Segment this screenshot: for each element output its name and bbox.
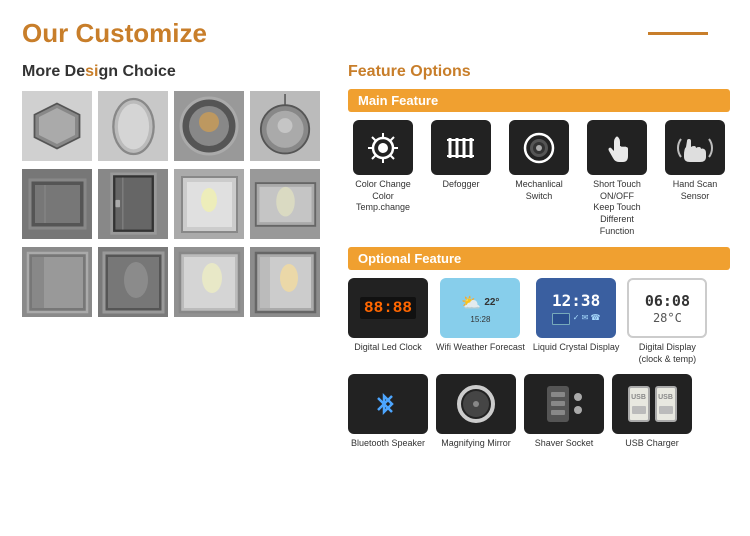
opt-shaver: Shaver Socket xyxy=(524,374,604,450)
design-rect-square xyxy=(174,169,244,239)
feature-hand-scan: Hand Scan Sensor xyxy=(660,120,730,237)
digital-display2-icon-box: 06:08 28°C xyxy=(627,278,707,338)
design-rect-landscape xyxy=(250,169,320,239)
optional-icons-row2: Bluetooth Speaker Magnifying Mirror xyxy=(348,374,730,450)
mech-switch-label: MechanlicalSwitch xyxy=(515,179,563,202)
design-circle-pendant xyxy=(250,91,320,161)
design-oval xyxy=(98,91,168,161)
feature-mech-switch: MechanlicalSwitch xyxy=(504,120,574,237)
design-wide3 xyxy=(174,247,244,317)
touch-label: Short Touch ON/OFFKeep Touch DifferentFu… xyxy=(582,179,652,237)
feature-touch: Short Touch ON/OFFKeep Touch DifferentFu… xyxy=(582,120,652,237)
optional-icons-row1: 88:88 Digital Led Clock ⛅ 22° 15:28 Wifi… xyxy=(348,278,730,365)
touch-icon-box xyxy=(587,120,647,175)
main-feature-icons: Color ChangeColor Temp.change xyxy=(348,120,730,237)
defogger-icon-box xyxy=(431,120,491,175)
shaver-label: Shaver Socket xyxy=(535,438,594,450)
shaver-icon-box xyxy=(524,374,604,434)
feature-color-change: Color ChangeColor Temp.change xyxy=(348,120,418,237)
opt-bluetooth: Bluetooth Speaker xyxy=(348,374,428,450)
clock-display: 88:88 xyxy=(360,297,416,319)
design-circle-lit xyxy=(174,91,244,161)
digital-display2-label: Digital Display(clock & temp) xyxy=(639,342,697,365)
feature-plain: Options xyxy=(406,63,471,80)
hand-scan-label: Hand Scan Sensor xyxy=(660,179,730,202)
main-feature-bar: Main Feature xyxy=(348,89,730,112)
design-rect-portrait xyxy=(98,169,168,239)
digital-clock-icon-box: 88:88 xyxy=(348,278,428,338)
design-row-1 xyxy=(22,91,332,161)
opt-digital-clock: 88:88 Digital Led Clock xyxy=(348,278,428,365)
usb-icon-box: USB USB xyxy=(612,374,692,434)
design-choice-title: More Design Choice xyxy=(22,63,332,81)
page-title: Our Customize xyxy=(22,18,207,49)
mech-switch-icon-box xyxy=(509,120,569,175)
feature-options-title: Feature Options xyxy=(348,63,730,81)
lcd-icon-box: 12:38 ✓ ✉ ☎ xyxy=(536,278,616,338)
usb-label: USB Charger xyxy=(625,438,679,450)
opt-weather: ⛅ 22° 15:28 Wifi Weather Forecast xyxy=(436,278,525,365)
feature-colored: Feature xyxy=(348,63,406,80)
page: Our Customize More Design Choice xyxy=(0,0,750,536)
title-colored: Customize xyxy=(75,18,206,48)
hand-scan-icon-box xyxy=(665,120,725,175)
right-panel: Feature Options Main Feature xyxy=(348,63,730,458)
header: Our Customize xyxy=(22,18,728,49)
feature-defogger: Defogger xyxy=(426,120,496,237)
color-change-label: Color ChangeColor Temp.change xyxy=(348,179,418,214)
opt-magnify: Magnifying Mirror xyxy=(436,374,516,450)
bluetooth-label: Bluetooth Speaker xyxy=(351,438,425,450)
opt-lcd: 12:38 ✓ ✉ ☎ Liquid Crystal Display xyxy=(533,278,620,365)
defogger-label: Defogger xyxy=(442,179,479,191)
optional-feature-bar: Optional Feature xyxy=(348,247,730,270)
title-plain: Our xyxy=(22,18,75,48)
weather-icon-box: ⛅ 22° 15:28 xyxy=(440,278,520,338)
design-wide1 xyxy=(22,247,92,317)
color-change-icon-box xyxy=(353,120,413,175)
header-line xyxy=(648,32,708,35)
design-wide2 xyxy=(98,247,168,317)
opt-digital-display2: 06:08 28°C Digital Display(clock & temp) xyxy=(627,278,707,365)
main-layout: More Design Choice xyxy=(22,63,728,458)
left-panel: More Design Choice xyxy=(22,63,332,458)
bluetooth-icon-box xyxy=(348,374,428,434)
digital-clock-label: Digital Led Clock xyxy=(354,342,422,354)
magnify-label: Magnifying Mirror xyxy=(441,438,511,450)
design-row-3 xyxy=(22,247,332,317)
magnify-icon-box xyxy=(436,374,516,434)
lcd-label: Liquid Crystal Display xyxy=(533,342,620,354)
opt-usb: USB USB USB Charger xyxy=(612,374,692,450)
design-hex xyxy=(22,91,92,161)
weather-label: Wifi Weather Forecast xyxy=(436,342,525,354)
design-wide4 xyxy=(250,247,320,317)
design-rect-frame xyxy=(22,169,92,239)
design-row-2 xyxy=(22,169,332,239)
